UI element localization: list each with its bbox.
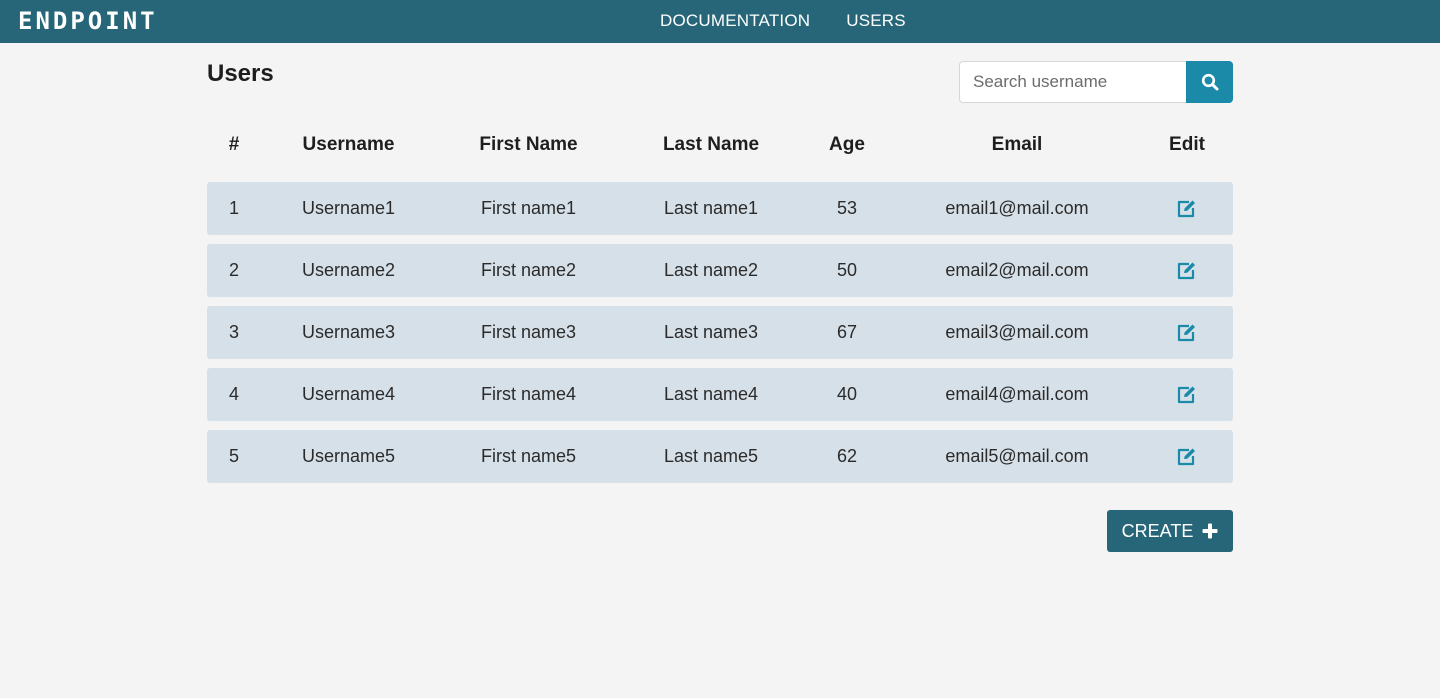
create-button[interactable]: CREATE xyxy=(1107,510,1233,552)
edit-icon xyxy=(1177,386,1195,403)
table-row: 5 Username5 First name5 Last name5 62 em… xyxy=(207,430,1233,483)
cell-first-name: First name3 xyxy=(480,322,577,342)
cell-username: Username2 xyxy=(301,260,396,280)
cell-username: Username3 xyxy=(301,322,396,342)
edit-button[interactable] xyxy=(1141,306,1233,359)
cell-number: 4 xyxy=(228,384,239,404)
cell-email: email4@mail.com xyxy=(945,384,1089,404)
column-header-username: Username xyxy=(302,134,395,155)
edit-icon xyxy=(1177,200,1195,217)
column-header-first-name: First Name xyxy=(479,134,578,155)
cell-age: 40 xyxy=(836,384,858,404)
column-header-last-name: Last Name xyxy=(662,134,760,155)
edit-icon xyxy=(1177,324,1195,341)
search-icon xyxy=(1201,73,1218,91)
cell-username: Username1 xyxy=(301,198,396,218)
column-header-age: Age xyxy=(829,134,865,155)
cell-number: 1 xyxy=(228,198,239,218)
cell-username: Username4 xyxy=(301,384,396,404)
cell-age: 67 xyxy=(836,322,858,342)
cell-last-name: Last name4 xyxy=(663,384,759,404)
table-row: 2 Username2 First name2 Last name2 50 em… xyxy=(207,244,1233,297)
cell-number: 5 xyxy=(228,446,239,466)
table-row: 1 Username1 First name1 Last name1 53 em… xyxy=(207,182,1233,235)
page-title: Users xyxy=(207,60,274,87)
nav-links: DOCUMENTATION USERS xyxy=(660,11,906,31)
cell-username: Username5 xyxy=(301,446,396,466)
edit-icon xyxy=(1177,262,1195,279)
nav-link-users[interactable]: USERS xyxy=(846,11,906,31)
plus-icon xyxy=(1202,523,1218,539)
edit-button[interactable] xyxy=(1141,368,1233,421)
cell-first-name: First name4 xyxy=(480,384,577,404)
cell-age: 50 xyxy=(836,260,858,280)
column-header-number: # xyxy=(228,134,240,155)
table-row: 3 Username3 First name3 Last name3 67 em… xyxy=(207,306,1233,359)
cell-number: 2 xyxy=(228,260,239,280)
cell-last-name: Last name5 xyxy=(663,446,759,466)
cell-first-name: First name2 xyxy=(480,260,577,280)
top-navbar: ENDPOINT DOCUMENTATION USERS xyxy=(0,0,1440,43)
search-input[interactable] xyxy=(959,61,1187,103)
cell-first-name: First name1 xyxy=(480,198,577,218)
edit-button[interactable] xyxy=(1141,244,1233,297)
brand-logo[interactable]: ENDPOINT xyxy=(18,7,158,35)
cell-email: email1@mail.com xyxy=(945,198,1089,218)
column-header-edit: Edit xyxy=(1169,134,1205,155)
nav-link-documentation[interactable]: DOCUMENTATION xyxy=(660,11,810,31)
cell-last-name: Last name2 xyxy=(663,260,759,280)
cell-first-name: First name5 xyxy=(480,446,577,466)
cell-email: email3@mail.com xyxy=(945,322,1089,342)
search-button[interactable] xyxy=(1186,61,1233,103)
cell-last-name: Last name1 xyxy=(663,198,759,218)
edit-icon xyxy=(1177,448,1195,465)
cell-email: email2@mail.com xyxy=(945,260,1089,280)
table-header-row: # Username First Name Last Name Age Emai… xyxy=(207,128,1233,162)
cell-age: 62 xyxy=(836,446,858,466)
column-header-email: Email xyxy=(991,134,1043,155)
cell-number: 3 xyxy=(228,322,239,342)
table-row: 4 Username4 First name4 Last name4 40 em… xyxy=(207,368,1233,421)
create-button-label: CREATE xyxy=(1121,520,1194,541)
cell-email: email5@mail.com xyxy=(945,446,1089,466)
edit-button[interactable] xyxy=(1141,430,1233,483)
cell-last-name: Last name3 xyxy=(663,322,759,342)
cell-age: 53 xyxy=(836,198,858,218)
edit-button[interactable] xyxy=(1141,182,1233,235)
